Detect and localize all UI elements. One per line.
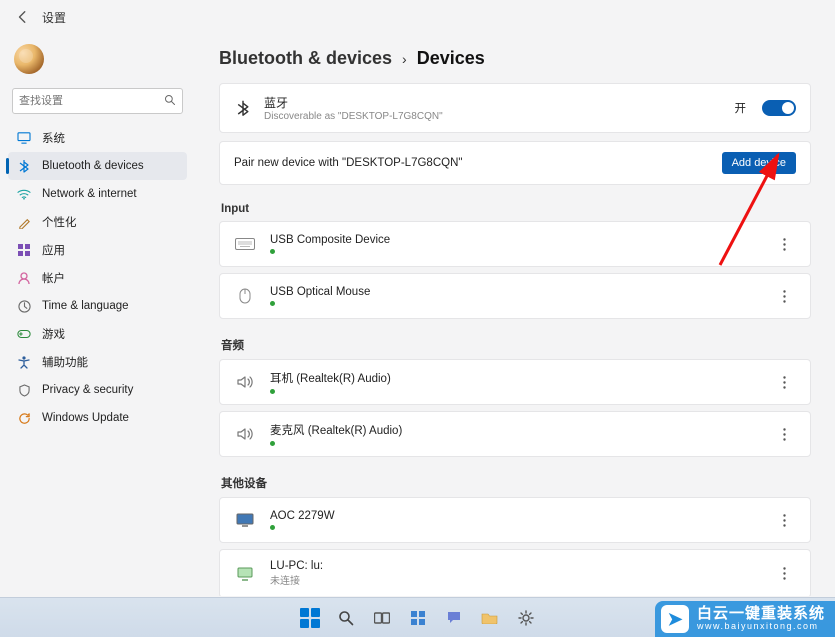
sidebar-item-privacy[interactable]: Privacy & security xyxy=(8,376,187,404)
network-icon xyxy=(16,186,32,202)
sidebar-item-network[interactable]: Network & internet xyxy=(8,180,187,208)
monitor-icon xyxy=(234,512,256,528)
sidebar-item-label: Time & language xyxy=(42,300,129,312)
system-icon xyxy=(16,130,32,146)
sidebar-item-accounts[interactable]: 帐户 xyxy=(8,264,187,292)
time-icon xyxy=(16,298,32,314)
window-title: 设置 xyxy=(42,9,66,26)
sidebar-item-label: 系统 xyxy=(42,130,65,146)
accounts-icon xyxy=(16,270,32,286)
device-name: USB Composite Device xyxy=(270,234,390,246)
device-name: 麦克风 (Realtek(R) Audio) xyxy=(270,422,402,438)
sidebar-item-label: 应用 xyxy=(42,242,65,258)
sidebar-item-system[interactable]: 系统 xyxy=(8,124,187,152)
keyboard-icon xyxy=(234,236,256,252)
gaming-icon xyxy=(16,326,32,342)
explorer-icon[interactable] xyxy=(477,605,503,631)
pair-text: Pair new device with "DESKTOP-L7G8CQN" xyxy=(234,157,462,169)
more-options-button[interactable] xyxy=(772,370,796,394)
watermark: ➤ 白云一键重装系统 www.baiyunxitong.com xyxy=(655,601,835,637)
sidebar-item-apps[interactable]: 应用 xyxy=(8,236,187,264)
status-dot xyxy=(270,525,275,530)
user-avatar[interactable] xyxy=(14,44,44,74)
add-device-button[interactable]: Add device xyxy=(722,152,796,174)
personalization-icon xyxy=(16,214,32,230)
device-row[interactable]: AOC 2279W xyxy=(220,498,810,542)
device-name: AOC 2279W xyxy=(270,510,335,522)
section-input-label: Input xyxy=(221,203,809,215)
settings-icon[interactable] xyxy=(513,605,539,631)
bluetooth-icon xyxy=(16,158,32,174)
bluetooth-icon xyxy=(234,99,252,117)
device-row[interactable]: 麦克风 (Realtek(R) Audio) xyxy=(220,412,810,456)
sidebar-item-personalization[interactable]: 个性化 xyxy=(8,208,187,236)
search-icon xyxy=(164,94,176,109)
more-options-button[interactable] xyxy=(772,284,796,308)
sidebar-item-label: Bluetooth & devices xyxy=(42,160,144,172)
sidebar-item-time[interactable]: Time & language xyxy=(8,292,187,320)
chat-icon[interactable] xyxy=(441,605,467,631)
task-view-icon[interactable] xyxy=(369,605,395,631)
sidebar-item-label: 游戏 xyxy=(42,326,65,342)
section-audio-label: 音频 xyxy=(221,337,809,353)
sidebar-item-label: Privacy & security xyxy=(42,384,133,396)
update-icon xyxy=(16,410,32,426)
device-subtext: 未连接 xyxy=(270,572,323,587)
watermark-title: 白云一键重装系统 xyxy=(697,606,825,623)
sidebar-item-accessibility[interactable]: 辅助功能 xyxy=(8,348,187,376)
sidebar-item-gaming[interactable]: 游戏 xyxy=(8,320,187,348)
breadcrumb-current: Devices xyxy=(417,48,485,69)
search-input[interactable] xyxy=(19,95,164,107)
speaker-icon xyxy=(234,426,256,442)
sidebar-item-bluetooth[interactable]: Bluetooth & devices xyxy=(8,152,187,180)
bluetooth-toggle-row[interactable]: 蓝牙 Discoverable as "DESKTOP-L7G8CQN" 开 xyxy=(220,84,810,132)
section-other-label: 其他设备 xyxy=(221,475,809,491)
apps-icon xyxy=(16,242,32,258)
accessibility-icon xyxy=(16,354,32,370)
more-options-button[interactable] xyxy=(772,562,796,586)
sidebar-item-label: 辅助功能 xyxy=(42,354,88,370)
privacy-icon xyxy=(16,382,32,398)
device-name: 耳机 (Realtek(R) Audio) xyxy=(270,370,391,386)
status-dot xyxy=(270,249,275,254)
start-button[interactable] xyxy=(297,605,323,631)
watermark-url: www.baiyunxitong.com xyxy=(697,622,825,632)
sidebar-item-update[interactable]: Windows Update xyxy=(8,404,187,432)
device-row[interactable]: USB Optical Mouse xyxy=(220,274,810,318)
breadcrumb: Bluetooth & devices › Devices xyxy=(219,48,811,69)
status-dot xyxy=(270,441,275,446)
back-icon[interactable] xyxy=(14,8,32,26)
search-input-wrap[interactable] xyxy=(12,88,183,114)
bluetooth-state-label: 开 xyxy=(735,100,747,116)
taskbar-search-icon[interactable] xyxy=(333,605,359,631)
status-dot xyxy=(270,301,275,306)
mouse-icon xyxy=(234,288,256,304)
bluetooth-subtitle: Discoverable as "DESKTOP-L7G8CQN" xyxy=(264,111,723,122)
sidebar-item-label: Network & internet xyxy=(42,188,137,200)
watermark-logo: ➤ xyxy=(661,605,689,633)
device-name: LU-PC: lu: xyxy=(270,560,323,572)
status-dot xyxy=(270,389,275,394)
more-options-button[interactable] xyxy=(772,508,796,532)
sidebar-item-label: 帐户 xyxy=(42,270,65,286)
pc-icon xyxy=(234,566,256,582)
device-name: USB Optical Mouse xyxy=(270,286,370,298)
more-options-button[interactable] xyxy=(772,422,796,446)
bluetooth-title: 蓝牙 xyxy=(264,94,723,111)
speaker-icon xyxy=(234,374,256,390)
breadcrumb-parent[interactable]: Bluetooth & devices xyxy=(219,48,392,69)
device-row[interactable]: 耳机 (Realtek(R) Audio) xyxy=(220,360,810,404)
sidebar-item-label: 个性化 xyxy=(42,214,77,230)
bluetooth-toggle[interactable] xyxy=(762,100,796,116)
pair-device-row: Pair new device with "DESKTOP-L7G8CQN" A… xyxy=(220,142,810,184)
sidebar-item-label: Windows Update xyxy=(42,412,129,424)
device-row[interactable]: USB Composite Device xyxy=(220,222,810,266)
widgets-icon[interactable] xyxy=(405,605,431,631)
more-options-button[interactable] xyxy=(772,232,796,256)
chevron-right-icon: › xyxy=(402,51,407,67)
device-row[interactable]: LU-PC: lu: 未连接 xyxy=(220,550,810,596)
